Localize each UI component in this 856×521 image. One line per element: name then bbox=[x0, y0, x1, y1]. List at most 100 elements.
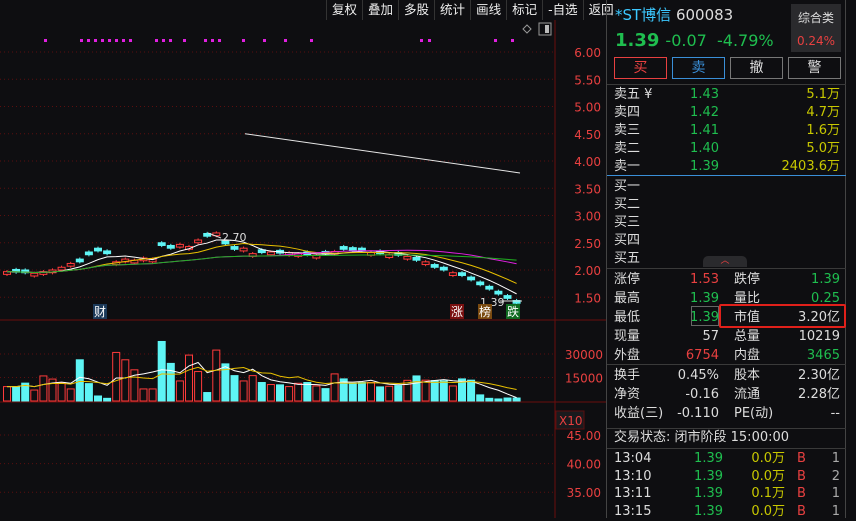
stock-title: *ST博信 600083 bbox=[615, 4, 733, 25]
signal-dot bbox=[204, 39, 207, 42]
sector-box[interactable]: 综合类 0.24% bbox=[791, 4, 841, 52]
volume-bar bbox=[12, 386, 21, 402]
toolbar-draw[interactable]: 画线 bbox=[470, 0, 506, 20]
price-tick-label: 1.50 bbox=[574, 291, 601, 305]
volume-bar bbox=[94, 395, 102, 402]
volume-bar bbox=[239, 380, 248, 402]
volume-bar bbox=[157, 340, 166, 402]
chart-toolbar: 复权 叠加 多股 统计 画线 标记 -自选 返回 bbox=[326, 0, 619, 20]
right-edge-panel bbox=[846, 0, 856, 518]
volume-bar bbox=[430, 380, 439, 402]
divider bbox=[607, 448, 847, 449]
volume-bar bbox=[512, 397, 521, 402]
stat-value: 1.39 bbox=[811, 272, 840, 287]
bid-label: 买三 bbox=[614, 215, 641, 230]
volume-bar bbox=[321, 388, 330, 402]
toolbar-stats[interactable]: 统计 bbox=[434, 0, 470, 20]
ask-row[interactable]: 卖一 1.39 2403.6万 bbox=[607, 158, 847, 176]
cancel-order-button[interactable]: 撤 bbox=[730, 57, 783, 79]
price-tick-label: 6.00 bbox=[574, 46, 601, 60]
candle bbox=[84, 251, 93, 256]
candle bbox=[348, 247, 357, 251]
price-tick-label: 2.00 bbox=[574, 264, 601, 278]
tick-time: 13:04 bbox=[614, 451, 652, 466]
signal-dot bbox=[115, 39, 118, 42]
event-marker-label: 涨 bbox=[451, 304, 463, 319]
tick-volume: 0.0万 bbox=[751, 468, 785, 484]
volume-bar bbox=[212, 349, 221, 402]
stat-label: 跌停 bbox=[734, 272, 761, 287]
stat-row: 涨停 1.53 跌停 1.39 bbox=[607, 270, 847, 289]
event-marker-label: 财 bbox=[94, 305, 106, 319]
event-marker-label: 跌 bbox=[507, 304, 519, 319]
bid-row[interactable]: 买一 bbox=[607, 178, 847, 196]
stat-row: 现量 57 总量 10219 bbox=[607, 327, 847, 346]
stat-label: 外盘 bbox=[614, 348, 641, 363]
volume-bar bbox=[439, 380, 448, 402]
divider bbox=[607, 84, 847, 85]
ask-row[interactable]: 卖三 1.41 1.6万 bbox=[607, 122, 847, 140]
bid-row[interactable]: 买二 bbox=[607, 196, 847, 214]
diamond-icon bbox=[522, 24, 532, 34]
tick-price: 1.39 bbox=[694, 486, 723, 501]
price-tick-label: 3.00 bbox=[574, 210, 601, 224]
signal-dot bbox=[183, 39, 186, 42]
signal-dot bbox=[284, 39, 287, 42]
layout-toggle-icon bbox=[545, 25, 549, 33]
stat-value: 6754 bbox=[685, 348, 719, 363]
volume-bar bbox=[303, 382, 312, 402]
volume-bar bbox=[66, 388, 75, 402]
volume-bar bbox=[185, 354, 193, 402]
candle bbox=[266, 251, 275, 256]
volume-bar bbox=[367, 382, 375, 402]
volume-bar bbox=[330, 373, 339, 402]
volume-bar bbox=[376, 386, 385, 402]
collapse-chevron-up-icon[interactable]: ︿ bbox=[703, 256, 747, 267]
volume-bar bbox=[476, 394, 485, 402]
candle bbox=[439, 266, 448, 271]
ask-price: 1.39 bbox=[690, 159, 719, 174]
toolbar-fuquan[interactable]: 复权 bbox=[326, 0, 362, 20]
ask-row[interactable]: 卖五 ¥ 1.43 5.1万 bbox=[607, 86, 847, 104]
tick-volume: 0.0万 bbox=[751, 451, 785, 466]
stock-code: 600083 bbox=[675, 6, 734, 24]
stat-label: 最高 bbox=[614, 291, 641, 306]
alert-button[interactable]: 警 bbox=[788, 57, 841, 79]
ask-label: 卖五 ¥ bbox=[614, 87, 653, 102]
fin-value: 2.28亿 bbox=[798, 387, 840, 402]
volume-bar bbox=[257, 382, 266, 402]
fin-row: 换手 0.45% 股本 2.30亿 bbox=[607, 366, 847, 385]
fin-value: -0.16 bbox=[685, 387, 719, 402]
candle bbox=[412, 256, 421, 261]
fin-value: -0.110 bbox=[677, 406, 719, 421]
quote-panel: *ST博信 600083 1.39 -0.07 -4.79% 综合类 0.24% 买… bbox=[606, 0, 847, 519]
price-tick-label: 3.50 bbox=[574, 182, 601, 196]
stat-label: 总量 bbox=[734, 329, 761, 344]
last-price: 1.39 bbox=[615, 30, 660, 51]
sell-button[interactable]: 卖 bbox=[672, 57, 725, 79]
volume-bar bbox=[494, 398, 503, 402]
ask-volume: 1.6万 bbox=[806, 123, 840, 138]
signal-dot bbox=[44, 39, 47, 42]
bid-label: 买一 bbox=[614, 179, 641, 194]
ask-volume: 5.0万 bbox=[806, 141, 840, 156]
bid-row[interactable]: 买三 bbox=[607, 214, 847, 232]
stat-label: 最低 bbox=[614, 310, 641, 325]
signal-dot bbox=[129, 39, 132, 42]
candle bbox=[476, 281, 485, 286]
ask-row[interactable]: 卖四 1.42 4.7万 bbox=[607, 104, 847, 122]
toolbar-mark[interactable]: 标记 bbox=[506, 0, 542, 20]
candle bbox=[239, 247, 248, 252]
candle bbox=[230, 246, 239, 250]
toolbar-overlay[interactable]: 叠加 bbox=[362, 0, 398, 20]
stat-label: 涨停 bbox=[614, 272, 641, 287]
ask-row[interactable]: 卖二 1.40 5.0万 bbox=[607, 140, 847, 158]
toolbar-multi-stock[interactable]: 多股 bbox=[398, 0, 434, 20]
buy-button[interactable]: 买 bbox=[614, 57, 667, 79]
bid-row[interactable]: 买四 bbox=[607, 232, 847, 250]
tick-row: 13:04 1.39 0.0万 B 1 bbox=[607, 450, 847, 468]
stat-label: 内盘 bbox=[734, 348, 761, 363]
stat-row: 外盘 6754 内盘 3465 bbox=[607, 346, 847, 365]
kline-chart[interactable]: 6.00 5.50 5.00 4.50 4.00 3.50 3.00 2.50 2.00 1.50… bbox=[0, 0, 606, 518]
toolbar-remove-watchlist[interactable]: -自选 bbox=[542, 0, 583, 20]
